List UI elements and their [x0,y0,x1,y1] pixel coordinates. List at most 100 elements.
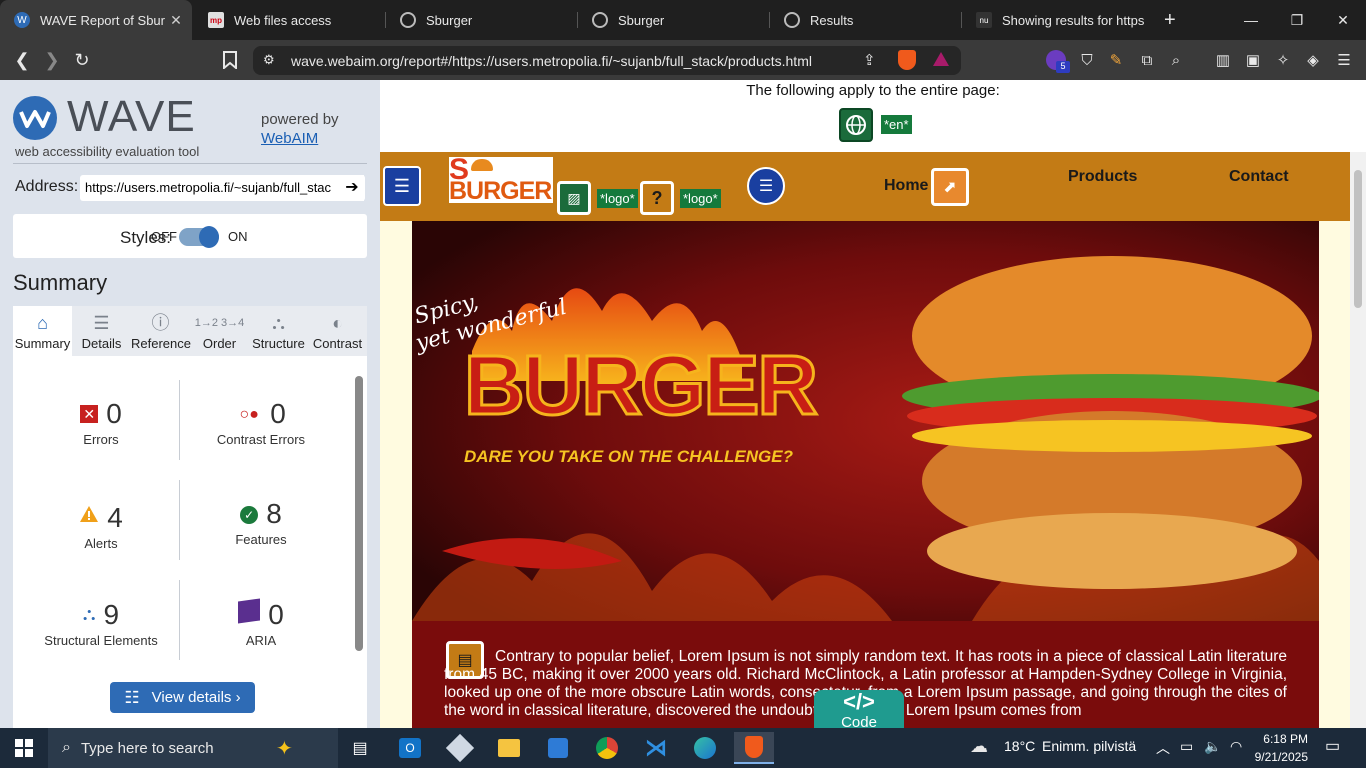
styles-off-label: OFF [151,229,177,244]
weather-desc[interactable]: Enimm. pilvistä [1042,738,1136,754]
tab-wave-report[interactable]: W WAVE Report of Sburg ✕ [0,0,192,40]
tab-contrast[interactable]: ◐ Contrast [308,306,367,356]
globe-icon [784,12,800,28]
volume-icon[interactable]: 🔈 [1204,738,1221,755]
new-tab-button[interactable]: + [1164,0,1184,40]
close-window-icon[interactable]: ✕ [1320,0,1366,40]
minimize-icon[interactable]: — [1228,0,1274,40]
suspicious-alt-alert-icon[interactable]: ? [640,181,674,215]
close-tab-icon[interactable]: ✕ [168,12,184,28]
wave-favicon-icon: W [14,12,30,28]
stat-label: ARIA [245,633,277,648]
stat-features[interactable]: ✓ 8 Features [176,498,346,547]
tab-reference[interactable]: ⓘ Reference [131,306,191,356]
stat-count: 8 [266,498,282,529]
brave-taskbar-icon[interactable] [734,732,774,764]
forward-icon[interactable]: ❯ [40,48,64,72]
webaim-link[interactable]: WebAIM [261,130,318,147]
panel-scrollbar[interactable] [355,362,363,704]
search-placeholder: Type here to search [80,739,214,757]
tabs-search-icon[interactable]: ⌕ [1166,50,1186,70]
mp-favicon-icon: mp [208,12,224,28]
tab-title: Sburger [426,12,473,28]
taskbar-search[interactable]: ⌕ Type here to search ✦ [48,728,338,768]
address-bar[interactable]: ⚙ wave.webaim.org/report#/https://users.… [253,46,961,75]
task-view-icon[interactable]: ▤ [340,732,380,764]
stat-aria[interactable]: 0 ARIA [176,598,346,648]
clock-time[interactable]: 6:18 PM [1256,732,1308,746]
linked-image-icon[interactable]: ▨ [557,181,591,215]
vpn-icon[interactable]: ◈ [1303,50,1323,70]
styles-toggle-knob[interactable] [199,226,219,248]
sburger-logo[interactable]: S BURGER [449,153,553,205]
redundant-link-alert-icon[interactable]: ⬈ [931,168,969,206]
tray-expand-icon[interactable]: ︿ [1156,738,1170,758]
wifi-icon[interactable]: ◠ [1230,738,1242,755]
tab-web-files[interactable]: mp Web files access [208,0,384,40]
sidebar-icon[interactable]: ▥ [1213,50,1233,70]
brave-shields-icon[interactable] [898,50,916,70]
shield-extension-icon[interactable]: ⛉ [1077,50,1097,70]
burger-logo-icon [471,159,493,171]
store-icon[interactable] [538,732,578,764]
share-icon[interactable]: ⇪ [863,51,876,69]
sparkle-icon: ✦ [276,738,293,760]
tab-summary[interactable]: ⌂ Summary [13,306,72,356]
code-toggle-button[interactable]: </> Code [814,690,904,728]
scroll-thumb[interactable] [355,376,363,651]
weather-cloud-icon: ☁ [970,736,988,756]
header-structure-icon[interactable]: ☰ [383,166,421,206]
page-scrollbar[interactable] [1350,152,1366,728]
weather-temp[interactable]: 18°C [1004,738,1035,754]
nav-products[interactable]: Products [1068,168,1137,186]
language-globe-icon[interactable] [839,108,873,142]
tab-results[interactable]: Results [784,0,960,40]
restore-icon[interactable]: ❐ [1274,0,1320,40]
tab-title: Results [810,12,854,28]
tab-sburger-2[interactable]: Sburger [592,0,768,40]
app-icon[interactable] [440,732,480,764]
scroll-thumb[interactable] [1354,170,1362,308]
tab-label: Structure [252,336,305,351]
go-arrow-icon[interactable]: ➔ [340,175,364,201]
error-icon: ✕ [80,405,99,423]
file-explorer-icon[interactable] [489,732,529,764]
edge-icon[interactable] [685,732,725,764]
view-details-button[interactable]: ☷ View details › [110,682,255,713]
vscode-icon[interactable]: ⋊ [636,732,676,764]
back-icon[interactable]: ❮ [10,48,34,72]
logo-burger: BURGER [449,177,552,205]
address-input[interactable]: https://users.metropolia.fi/~sujanb/full… [80,175,365,201]
unordered-list-icon[interactable]: ☰ [747,167,785,205]
tab-separator [961,12,962,28]
clock-date[interactable]: 9/21/2025 [1254,750,1308,764]
tab-details[interactable]: ☰ Details [72,306,131,356]
puzzle-icon[interactable]: ⧉ [1137,50,1157,70]
menu-icon[interactable]: ☰ [1334,50,1354,70]
powered-by: powered by WebAIM [261,110,339,148]
leo-ai-icon[interactable]: ✧ [1273,50,1293,70]
nav-contact[interactable]: Contact [1229,168,1289,186]
reload-icon[interactable]: ↻ [70,48,94,72]
outlook-icon[interactable]: O [390,732,430,764]
wallet-icon[interactable]: ▣ [1243,50,1263,70]
site-settings-icon[interactable]: ⚙ [263,52,275,68]
bookmark-icon[interactable] [218,48,242,72]
stat-alerts[interactable]: 4 Alerts [16,498,186,551]
structure-icon: ⛬ [82,604,96,624]
tab-showing-results[interactable]: nu Showing results for https:// [976,0,1146,40]
stat-contrast-errors[interactable]: ○● 0 Contrast Errors [176,398,346,447]
chrome-icon[interactable] [587,732,627,764]
notification-icon[interactable]: ▭ [1325,736,1340,756]
stat-errors[interactable]: ✕ 0 Errors [16,398,186,447]
tab-structure[interactable]: ⛬ Structure [249,306,308,356]
windows-start-icon[interactable] [4,732,44,764]
tab-sburger-1[interactable]: Sburger [400,0,576,40]
info-icon: ⓘ [151,313,170,333]
battery-icon[interactable]: ▭ [1180,738,1193,755]
brave-rewards-icon[interactable] [932,51,950,70]
nav-home[interactable]: Home [884,177,928,195]
stat-structural-elements[interactable]: ⛬ 9 Structural Elements [16,599,186,648]
pen-extension-icon[interactable]: ✎ [1106,50,1126,70]
tab-order[interactable]: 1→2 3→4 Order [190,306,249,356]
